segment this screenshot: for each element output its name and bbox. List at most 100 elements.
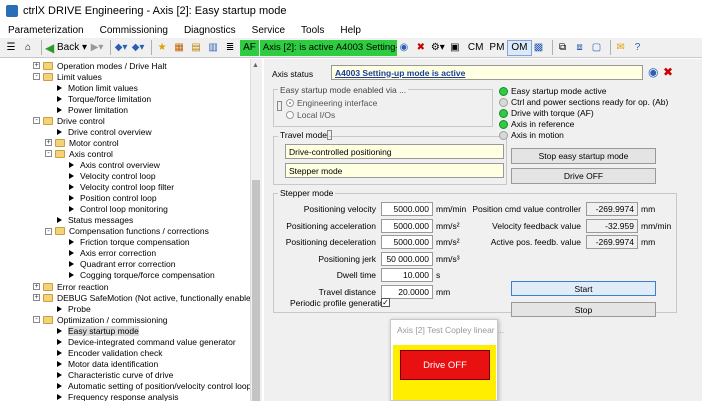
- tree-item-cogging-torque-force-compensation[interactable]: Cogging torque/force compensation: [69, 270, 215, 281]
- tree-item-automatic-setting-of-position-velocity-control-loop[interactable]: Automatic setting of position/velocity c…: [57, 380, 250, 391]
- tree-item-control-loop-monitoring[interactable]: Control loop monitoring: [69, 204, 168, 215]
- tree-item-label: Encoder validation check: [68, 347, 163, 358]
- mode-om[interactable]: OM: [507, 39, 532, 56]
- copy-icon[interactable]: ⧉: [556, 40, 570, 56]
- tree-item-torque-force-limitation[interactable]: Torque/force limitation: [57, 93, 151, 104]
- tree-item-axis-error-correction[interactable]: Axis error correction: [69, 248, 156, 259]
- menu-service[interactable]: Service: [244, 25, 293, 36]
- arrow-icon: [69, 184, 74, 191]
- tree-item-drive-control[interactable]: - Drive control: [33, 115, 105, 126]
- tree-item-axis-control[interactable]: - Axis control: [45, 148, 113, 159]
- mode-pm[interactable]: PM: [486, 40, 507, 56]
- tree-item-axis-control-overview[interactable]: Axis control overview: [69, 159, 160, 170]
- menu-commissioning[interactable]: Commissioning: [92, 25, 176, 36]
- nav-prev-icon[interactable]: ◆▾: [114, 40, 128, 56]
- stop-easy-startup-button[interactable]: Stop easy startup mode: [511, 148, 656, 164]
- tree-item-compensation-functions-corrections[interactable]: - Compensation functions / corrections: [45, 226, 209, 237]
- radio-local-io[interactable]: [286, 111, 294, 119]
- clear-error-icon[interactable]: ✖: [663, 65, 673, 79]
- clear-error-icon[interactable]: ✖: [414, 40, 428, 56]
- paste-icon[interactable]: ▣: [448, 40, 462, 56]
- help-icon[interactable]: ?: [631, 40, 645, 56]
- tree-item-quadrant-error-correction[interactable]: Quadrant error correction: [69, 259, 175, 270]
- param-input-positioning-jerk[interactable]: 50 000.000: [381, 251, 433, 266]
- tree-item-easy-startup-mode[interactable]: Easy startup mode: [57, 325, 139, 336]
- param-label-positioning-deceleration: Positioning deceleration: [285, 237, 376, 247]
- param-input-positioning-deceleration[interactable]: 5000.000: [381, 235, 433, 249]
- tree-item-label: Velocity control loop filter: [80, 182, 175, 193]
- expand-toggle-icon[interactable]: +: [33, 62, 40, 69]
- menu-parameterization[interactable]: Parameterization: [0, 25, 92, 36]
- expand-toggle-icon[interactable]: -: [45, 227, 52, 235]
- tree-item-drive-control-overview[interactable]: Drive control overview: [57, 126, 152, 137]
- forward-button[interactable]: ▶▾: [90, 40, 104, 56]
- tree-item-friction-torque-compensation[interactable]: Friction torque compensation: [69, 237, 190, 248]
- tree-item-velocity-control-loop-filter[interactable]: Velocity control loop filter: [69, 182, 174, 193]
- radio-engineering-interface[interactable]: [286, 99, 294, 107]
- tree-item-label: Motor data identification: [68, 358, 159, 369]
- menu-diagnostics[interactable]: Diagnostics: [176, 25, 244, 36]
- tree-item-probe[interactable]: Probe: [57, 303, 91, 314]
- home-icon[interactable]: ⌂: [21, 40, 35, 56]
- enabled-via-title: Easy startup mode enabled via ...: [278, 85, 409, 95]
- stop-button[interactable]: Stop: [511, 302, 656, 317]
- project-tree-icon[interactable]: ☰: [4, 40, 18, 56]
- tree-item-frequency-response-analysis[interactable]: Frequency response analysis: [57, 392, 179, 401]
- tree-item-status-messages[interactable]: Status messages: [57, 215, 133, 226]
- param-input-positioning-velocity[interactable]: 5000.000: [381, 202, 433, 216]
- toolbar-axis-status[interactable]: Axis [2]: is active A4003 Setting-u: [259, 39, 397, 56]
- tree-item-device-integrated-command-value-generator[interactable]: Device-integrated command value generato…: [57, 336, 236, 347]
- expand-toggle-icon[interactable]: -: [33, 316, 40, 324]
- param-input-dwell-time[interactable]: 10.000: [381, 268, 433, 282]
- arrow-icon: [69, 173, 74, 179]
- tree-item-motion-limit-values[interactable]: Motion limit values: [57, 82, 138, 93]
- menu-tools[interactable]: Tools: [293, 25, 332, 36]
- tools-icon[interactable]: ⚙▾: [431, 40, 445, 56]
- expand-toggle-icon[interactable]: +: [33, 294, 40, 302]
- popup-drive-off-button[interactable]: Drive OFF: [400, 350, 490, 380]
- tree-item-position-control-loop[interactable]: Position control loop: [69, 193, 157, 204]
- mail-icon[interactable]: ✉: [614, 40, 628, 56]
- refresh-icon[interactable]: ◉: [397, 40, 411, 56]
- tree-item-power-limitation[interactable]: Power limitation: [57, 104, 128, 115]
- tree-item-limit-values[interactable]: - Limit values: [33, 71, 102, 82]
- tree-item-velocity-control-loop[interactable]: Velocity control loop: [69, 171, 156, 182]
- arrow-icon: [69, 195, 74, 202]
- expand-toggle-icon[interactable]: -: [33, 117, 40, 125]
- param-input-positioning-acceleration[interactable]: 5000.000: [381, 218, 433, 233]
- travel-mode-lock-icon: [327, 130, 332, 140]
- expand-toggle-icon[interactable]: -: [45, 150, 52, 158]
- tree-item-debug-safemotion-not-active-functionally-enabled-def[interactable]: + DEBUG SafeMotion (Not active, functiona…: [33, 292, 250, 303]
- expand-toggle-icon[interactable]: -: [33, 73, 40, 81]
- param-input-travel-distance[interactable]: 20.0000: [381, 284, 433, 299]
- folder-icon: [55, 149, 65, 158]
- dashboard-icon[interactable]: ▦: [172, 40, 186, 56]
- window-icon[interactable]: ▢: [590, 40, 604, 56]
- tree-item-encoder-validation-check[interactable]: Encoder validation check: [57, 347, 163, 358]
- device-icon[interactable]: ▩: [532, 40, 546, 56]
- tree-item-motor-control[interactable]: + Motor control: [45, 137, 119, 148]
- expand-toggle-icon[interactable]: +: [33, 283, 40, 290]
- start-button[interactable]: Start: [511, 281, 656, 296]
- tree-scrollbar-thumb[interactable]: [252, 180, 260, 401]
- compare-icon[interactable]: ⧈: [573, 40, 587, 56]
- refresh-status-icon[interactable]: ◉: [648, 65, 658, 79]
- tree-item-motor-data-identification[interactable]: Motor data identification: [57, 358, 158, 369]
- tree-item-error-reaction[interactable]: + Error reaction: [33, 281, 109, 292]
- table-icon[interactable]: ▤: [189, 40, 203, 56]
- menu-help[interactable]: Help: [332, 25, 369, 36]
- mode-cm[interactable]: CM: [465, 40, 487, 56]
- scroll-up-icon[interactable]: ▲: [252, 62, 259, 69]
- chart-icon[interactable]: ▥: [206, 40, 220, 56]
- expand-toggle-icon[interactable]: +: [45, 139, 52, 147]
- favorite-star-icon[interactable]: ★: [155, 40, 169, 56]
- nav-next-icon[interactable]: ◆▾: [131, 40, 145, 56]
- tree-item-operation-modes-drive-halt[interactable]: + Operation modes / Drive Halt: [33, 60, 167, 71]
- tree-item-characteristic-curve-of-drive[interactable]: Characteristic curve of drive: [57, 369, 173, 380]
- drive-off-button[interactable]: Drive OFF: [511, 168, 656, 184]
- readout-unit: mm: [641, 204, 656, 214]
- back-button[interactable]: ◀ Back ▾: [45, 40, 87, 56]
- periodic-profile-checkbox[interactable]: ✓: [381, 298, 390, 307]
- list-icon[interactable]: ≣: [223, 40, 237, 56]
- tree-item-optimization-commissioning[interactable]: - Optimization / commissioning: [33, 314, 168, 325]
